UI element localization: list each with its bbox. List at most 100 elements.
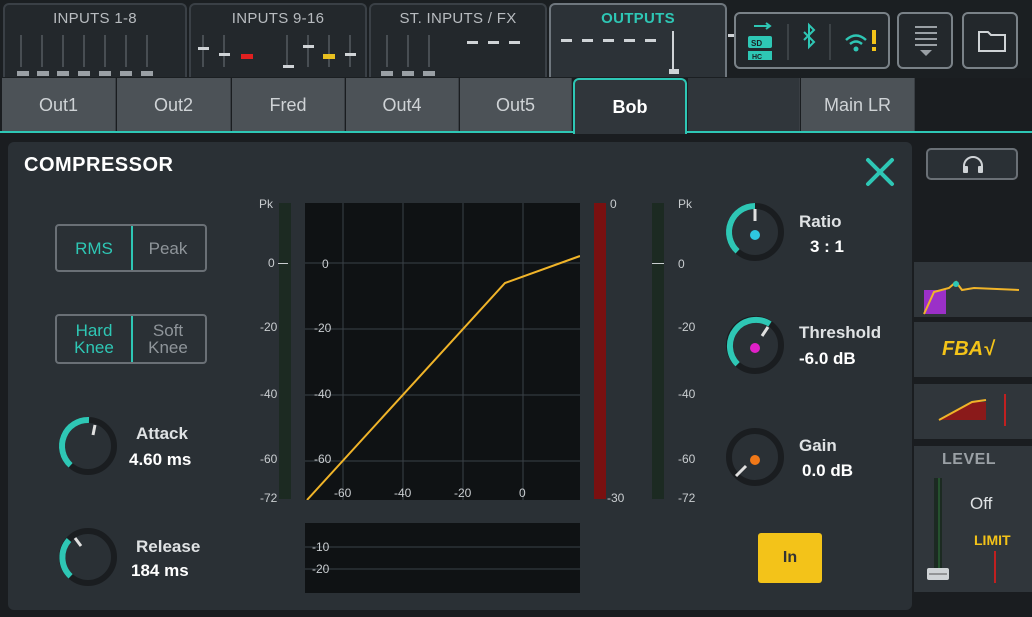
detector-toggle: RMS Peak — [55, 224, 207, 272]
status-panel[interactable]: SD HC — [734, 12, 890, 69]
fader-preview — [198, 35, 356, 68]
in-button[interactable]: In — [758, 533, 822, 583]
meter-label: Pk — [259, 197, 274, 211]
tab-out1[interactable]: Out1 — [2, 78, 116, 132]
graph-x-label: -60 — [334, 486, 352, 500]
attack-knob[interactable] — [55, 413, 125, 479]
level-value: Off — [970, 494, 993, 513]
tab-inputs-1-8[interactable]: INPUTS 1-8 — [3, 3, 187, 77]
close-icon[interactable] — [860, 152, 900, 192]
limit-meter — [994, 551, 996, 583]
graph-y-label: -20 — [314, 321, 332, 335]
meter-tick — [278, 263, 288, 264]
fader-preview — [381, 35, 520, 76]
output-meter — [652, 203, 664, 499]
graph-x-label: -40 — [394, 486, 412, 500]
history-label: -20 — [312, 562, 330, 576]
gain-knob[interactable] — [722, 424, 792, 490]
tab-st-inputs-fx[interactable]: ST. INPUTS / FX — [369, 3, 547, 77]
eq-thumbnail[interactable] — [914, 262, 1032, 317]
meter-label: -20 — [260, 320, 278, 334]
meter-label: -20 — [678, 320, 696, 334]
fba-label: FBA√ — [942, 338, 995, 360]
tab-main-lr[interactable]: Main LR — [801, 78, 915, 132]
history-label: -10 — [312, 540, 330, 554]
gain-reduction-history — [305, 523, 580, 593]
input-meter — [279, 203, 291, 499]
meter-label: Pk — [678, 197, 693, 211]
release-value: 184 ms — [131, 561, 189, 580]
panel-title: COMPRESSOR — [24, 154, 174, 176]
svg-text:HC: HC — [752, 54, 762, 61]
threshold-value: -6.0 dB — [799, 349, 856, 368]
attack-label: Attack — [136, 424, 188, 443]
rms-button[interactable]: RMS — [57, 226, 133, 270]
gr-label: -30 — [607, 491, 625, 505]
tab-fred[interactable]: Fred — [232, 78, 345, 132]
tab-underline — [0, 131, 575, 133]
release-knob[interactable] — [55, 524, 125, 590]
meter-label: -40 — [260, 387, 278, 401]
graph-y-label: -60 — [314, 452, 332, 466]
soft-knee-button[interactable]: Soft Knee — [131, 316, 205, 362]
attack-value: 4.60 ms — [129, 450, 192, 469]
graph-x-label: 0 — [519, 486, 526, 500]
threshold-knob[interactable] — [722, 312, 792, 378]
tab-out2[interactable]: Out2 — [117, 78, 231, 132]
gain-value: 0.0 dB — [802, 461, 854, 480]
eq-curve-icon — [923, 280, 1020, 315]
transfer-curve-graph[interactable] — [305, 203, 580, 500]
meter-label: 0 — [678, 257, 685, 271]
top-bar: INPUTS 1-8 INPUTS 9-16 ST. INPUTS / FX O… — [0, 0, 1032, 78]
threshold-label: Threshold — [799, 323, 882, 342]
status-icons: SD HC — [748, 22, 876, 61]
compressor-curve-icon — [938, 394, 1006, 426]
tab-inputs-9-16[interactable]: INPUTS 9-16 — [189, 3, 367, 77]
tab-out5[interactable]: Out5 — [460, 78, 572, 132]
graph-y-label: 0 — [322, 257, 329, 271]
meter-label: -60 — [678, 452, 696, 466]
meter-tick — [652, 263, 664, 264]
folder-icon — [978, 31, 1006, 52]
tab-out4[interactable]: Out4 — [346, 78, 459, 132]
gain-label: Gain — [799, 436, 837, 455]
tab-bob[interactable]: Bob — [573, 78, 687, 134]
tab-label: INPUTS 9-16 — [231, 10, 325, 27]
fba-button[interactable]: FBA√ — [914, 322, 1032, 377]
graph-x-label: -20 — [454, 486, 472, 500]
graph-y-label: -40 — [314, 387, 332, 401]
tab-outputs[interactable]: OUTPUTS — [549, 3, 727, 77]
folder-button[interactable] — [962, 12, 1018, 69]
menu-down-icon — [915, 26, 937, 56]
meter-label: -72 — [260, 491, 278, 505]
headphones-button[interactable] — [926, 148, 1018, 180]
ratio-label: Ratio — [799, 212, 842, 231]
ratio-knob[interactable] — [722, 199, 792, 265]
meter-label: -40 — [678, 387, 696, 401]
tab-empty[interactable] — [688, 78, 800, 132]
meter-label: 0 — [268, 256, 275, 270]
fader-preview — [561, 31, 679, 74]
gr-label: 0 — [610, 197, 617, 211]
fader-preview — [17, 35, 153, 76]
peak-button[interactable]: Peak — [131, 226, 205, 270]
tab-underline — [687, 131, 1032, 133]
level-fader[interactable] — [925, 478, 955, 584]
limit-label: LIMIT — [974, 532, 1011, 548]
meter-label: -60 — [260, 452, 278, 466]
release-label: Release — [136, 537, 201, 556]
hard-knee-button[interactable]: Hard Knee — [57, 316, 133, 362]
gain-reduction-meter — [594, 203, 606, 499]
tab-label: ST. INPUTS / FX — [399, 10, 517, 27]
tab-label: INPUTS 1-8 — [53, 10, 137, 27]
ratio-value: 3 : 1 — [810, 237, 845, 256]
output-tabs: Out1 Out2 Fred Out4 Out5 Bob Main LR — [0, 78, 1032, 134]
menu-button[interactable] — [897, 12, 953, 69]
knee-toggle: Hard Knee Soft Knee — [55, 314, 207, 364]
tab-label: OUTPUTS — [601, 10, 675, 27]
svg-text:SD: SD — [751, 39, 762, 48]
meter-label: -72 — [678, 491, 696, 505]
headphones-icon — [963, 156, 983, 173]
level-label: LEVEL — [942, 451, 997, 468]
compressor-thumbnail[interactable] — [914, 384, 1032, 439]
